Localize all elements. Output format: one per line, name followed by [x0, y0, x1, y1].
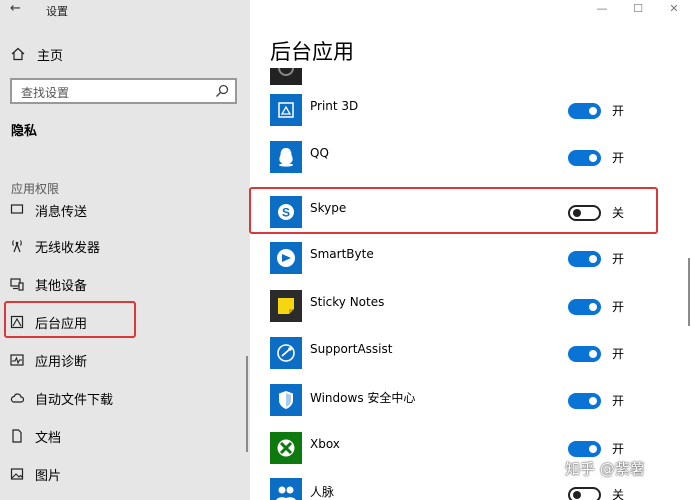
app-name: SupportAssist — [310, 342, 393, 356]
app-row-supportassist: SupportAssist 开 — [270, 337, 690, 371]
app-name: SmartByte — [310, 247, 374, 261]
toggle-state-label: 开 — [612, 151, 625, 165]
sidebar-item-auto-file-download[interactable]: 自动文件下载 — [10, 388, 240, 408]
shield-icon — [270, 384, 302, 416]
home-label: 主页 — [37, 48, 64, 64]
sidebar-item-pictures[interactable]: 图片 — [10, 464, 240, 484]
app-name: Windows 安全中心 — [310, 391, 416, 405]
toggle-state-label: 开 — [612, 300, 625, 314]
main-scrollbar[interactable] — [688, 258, 690, 326]
sidebar-item-documents[interactable]: 文档 — [10, 426, 240, 446]
home-icon — [11, 47, 25, 61]
sidebar-item-label: 无线收发器 — [35, 240, 101, 256]
print3d-icon — [270, 94, 302, 126]
group-heading-app-permissions: 应用权限 — [11, 182, 60, 196]
sidebar-scrollbar[interactable] — [246, 356, 248, 452]
app-toggle-print-3d[interactable] — [568, 103, 601, 119]
sidebar-item-radios[interactable]: 无线收发器 — [10, 236, 240, 256]
sidebar-item-app-diagnostics[interactable]: 应用诊断 — [10, 350, 240, 370]
app-row-qq: QQ 开 — [270, 141, 690, 175]
app-name: Print 3D — [310, 99, 359, 113]
window-title: 设置 — [46, 5, 68, 18]
sidebar-item-other-devices[interactable]: 其他设备 — [10, 274, 240, 294]
watermark: 知乎 @紫薯 — [565, 460, 645, 478]
search-settings-input[interactable]: 查找设置 — [10, 78, 237, 104]
sidebar-item-label: 其他设备 — [35, 278, 88, 294]
document-icon — [12, 429, 22, 443]
radio-tower-icon — [12, 240, 22, 253]
smartbyte-icon — [270, 242, 302, 274]
app-name: QQ — [310, 146, 329, 160]
app-toggle-qq[interactable] — [568, 150, 601, 166]
app-row-print-3d: Print 3D 开 — [270, 94, 690, 128]
back-button[interactable]: ← — [10, 1, 21, 16]
minimize-button[interactable]: — — [584, 0, 620, 18]
app-name: Xbox — [310, 437, 340, 451]
sidebar-item-messaging[interactable]: 消息传送 — [10, 200, 240, 220]
app-toggle-supportassist[interactable] — [568, 346, 601, 362]
window-controls: — ☐ ✕ — [584, 0, 692, 18]
toggle-state-label: 开 — [612, 252, 625, 266]
app-toggle-windows-security[interactable] — [568, 393, 601, 409]
app-toggle-sticky-notes[interactable] — [568, 299, 601, 315]
home-nav-item[interactable]: 主页 — [11, 44, 63, 64]
toggle-state-label: 开 — [612, 104, 625, 118]
page-title: 后台应用 — [270, 40, 354, 64]
supportassist-icon — [270, 337, 302, 369]
xbox-icon — [270, 432, 302, 464]
maximize-button[interactable]: ☐ — [620, 0, 656, 18]
sidebar-item-label: 自动文件下载 — [35, 392, 114, 408]
close-button[interactable]: ✕ — [656, 0, 692, 18]
main-content: — ☐ ✕ 后台应用 Print 3D 开 QQ 开 S Skype 关 Sma… — [250, 0, 692, 500]
app-toggle-people[interactable] — [568, 487, 601, 500]
settings-sidebar: ← 设置 主页 查找设置 隐私 应用权限 消息传送 无线收发器 其他设备 后台应… — [0, 0, 250, 500]
qq-icon — [270, 141, 302, 173]
app-toggle-smartbyte[interactable] — [568, 251, 601, 267]
app-name: Sticky Notes — [310, 295, 385, 309]
app-toggle-xbox[interactable] — [568, 441, 601, 457]
highlight-box-skype — [249, 187, 658, 234]
toggle-state-label: 关 — [612, 488, 625, 500]
toggle-state-label: 开 — [612, 394, 625, 408]
toggle-state-label: 开 — [612, 442, 625, 456]
sticky-notes-icon — [270, 290, 302, 322]
sidebar-item-label: 文档 — [35, 430, 62, 446]
app-name: 人脉 — [310, 485, 335, 499]
search-placeholder: 查找设置 — [21, 86, 70, 100]
app-icon-partial — [270, 68, 302, 85]
app-row-windows-security: Windows 安全中心 开 — [270, 384, 690, 418]
people-icon — [270, 478, 302, 500]
highlight-box-background-apps — [4, 301, 136, 338]
app-row-sticky-notes: Sticky Notes 开 — [270, 290, 690, 324]
diagnostics-icon — [10, 354, 24, 366]
title-bar: ← 设置 — [0, 0, 250, 20]
sidebar-item-label: 应用诊断 — [35, 354, 88, 370]
sidebar-item-label: 图片 — [35, 468, 62, 484]
devices-icon — [10, 278, 24, 291]
message-icon — [10, 204, 24, 214]
search-icon[interactable] — [215, 84, 229, 98]
app-row-smartbyte: SmartByte 开 — [270, 242, 690, 276]
picture-icon — [10, 468, 24, 480]
cloud-icon — [10, 393, 24, 403]
toggle-state-label: 开 — [612, 347, 625, 361]
section-heading-privacy: 隐私 — [11, 124, 38, 139]
sidebar-item-label: 消息传送 — [35, 204, 88, 220]
app-row-people: 人脉 关 — [270, 478, 690, 500]
